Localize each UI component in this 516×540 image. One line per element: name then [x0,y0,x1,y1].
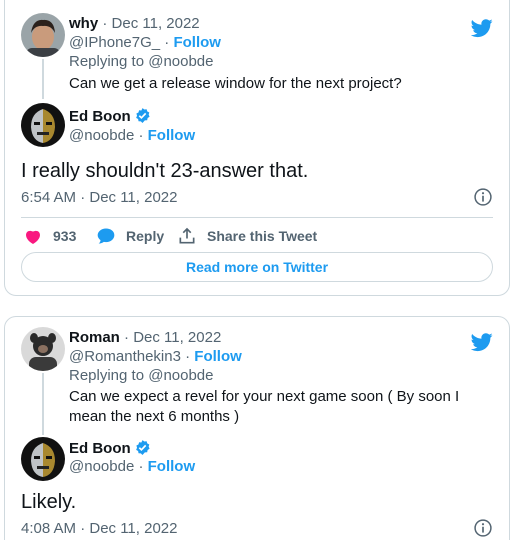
heart-icon [26,230,40,244]
author-line: Ed Boon [69,107,151,126]
avatar-photo [21,327,65,371]
verified-badge-icon [135,440,150,455]
handle-line: @IPhone7G_ · Follow [69,34,221,52]
tweet-date[interactable]: Dec 11, 2022 [133,329,221,346]
handle-line: @Romanthekin3 · Follow [69,348,242,366]
read-more-button[interactable]: Read more on Twitter [21,252,493,282]
info-icon[interactable] [473,518,493,538]
separator: · [138,458,144,475]
separator: · [124,329,130,346]
tweet-embed-card: why · Dec 11, 2022 @IPhone7G_ · Follow R… [4,0,510,296]
author-name[interactable]: Ed Boon [69,440,131,457]
author-handle[interactable]: @noobde [69,127,134,144]
avatar[interactable] [21,437,65,481]
info-icon[interactable] [473,187,493,207]
replying-to: Replying to @noobde [69,53,214,70]
verified-badge-icon [135,108,150,123]
avatar[interactable] [21,13,65,57]
author-handle[interactable]: @IPhone7G_ [69,34,160,51]
divider [21,217,493,218]
replying-to: Replying to @noobde [69,367,214,384]
reply-label: Reply [126,228,165,244]
thread-line [42,373,44,435]
tweet-text: Likely. [21,491,77,513]
author-name[interactable]: why [69,15,98,32]
tweet-embed-card: Roman · Dec 11, 2022 @Romanthekin3 · Fol… [4,316,510,540]
thread-line [42,59,44,99]
separator: · [164,34,170,51]
tweet-timestamp[interactable]: 4:08 AM · Dec 11, 2022 [21,520,177,538]
author-handle[interactable]: @noobde [69,458,134,475]
author-name[interactable]: Roman [69,329,120,346]
share-action[interactable]: Share this Tweet [177,226,317,246]
author-handle[interactable]: @Romanthekin3 [69,348,181,365]
twitter-bird-icon[interactable] [471,331,493,353]
reply-bubble-icon [97,228,115,244]
follow-button[interactable]: Follow [148,458,196,475]
avatar-photo [21,103,65,147]
reply-text: Can we expect a revel for your next game… [69,388,460,425]
author-line: Ed Boon [69,439,151,458]
avatar-photo [21,437,65,481]
tweet-date[interactable]: Dec 11, 2022 [112,15,200,32]
author-line: Roman · Dec 11, 2022 [69,329,221,347]
handle-line: @noobde · Follow [69,458,195,476]
follow-button[interactable]: Follow [194,348,242,365]
author-line: why · Dec 11, 2022 [69,15,200,33]
tweet-timestamp[interactable]: 6:54 AM · Dec 11, 2022 [21,189,177,207]
avatar[interactable] [21,103,65,147]
tweet-text: I really shouldn't 23-answer that. [21,160,309,182]
author-name[interactable]: Ed Boon [69,108,131,125]
reply-text: Can we get a release window for the next… [69,75,402,92]
follow-button[interactable]: Follow [148,127,196,144]
separator: · [102,15,108,32]
reply-action[interactable]: Reply [96,226,164,246]
handle-line: @noobde · Follow [69,127,195,145]
avatar[interactable] [21,327,65,371]
separator: · [138,127,144,144]
share-label: Share this Tweet [207,228,318,244]
separator: · [185,348,191,365]
twitter-bird-icon[interactable] [471,17,493,39]
like-count: 933 [53,228,77,244]
follow-button[interactable]: Follow [173,34,221,51]
share-icon [179,227,195,244]
like-action[interactable]: 933 [23,226,76,246]
avatar-photo [21,13,65,57]
